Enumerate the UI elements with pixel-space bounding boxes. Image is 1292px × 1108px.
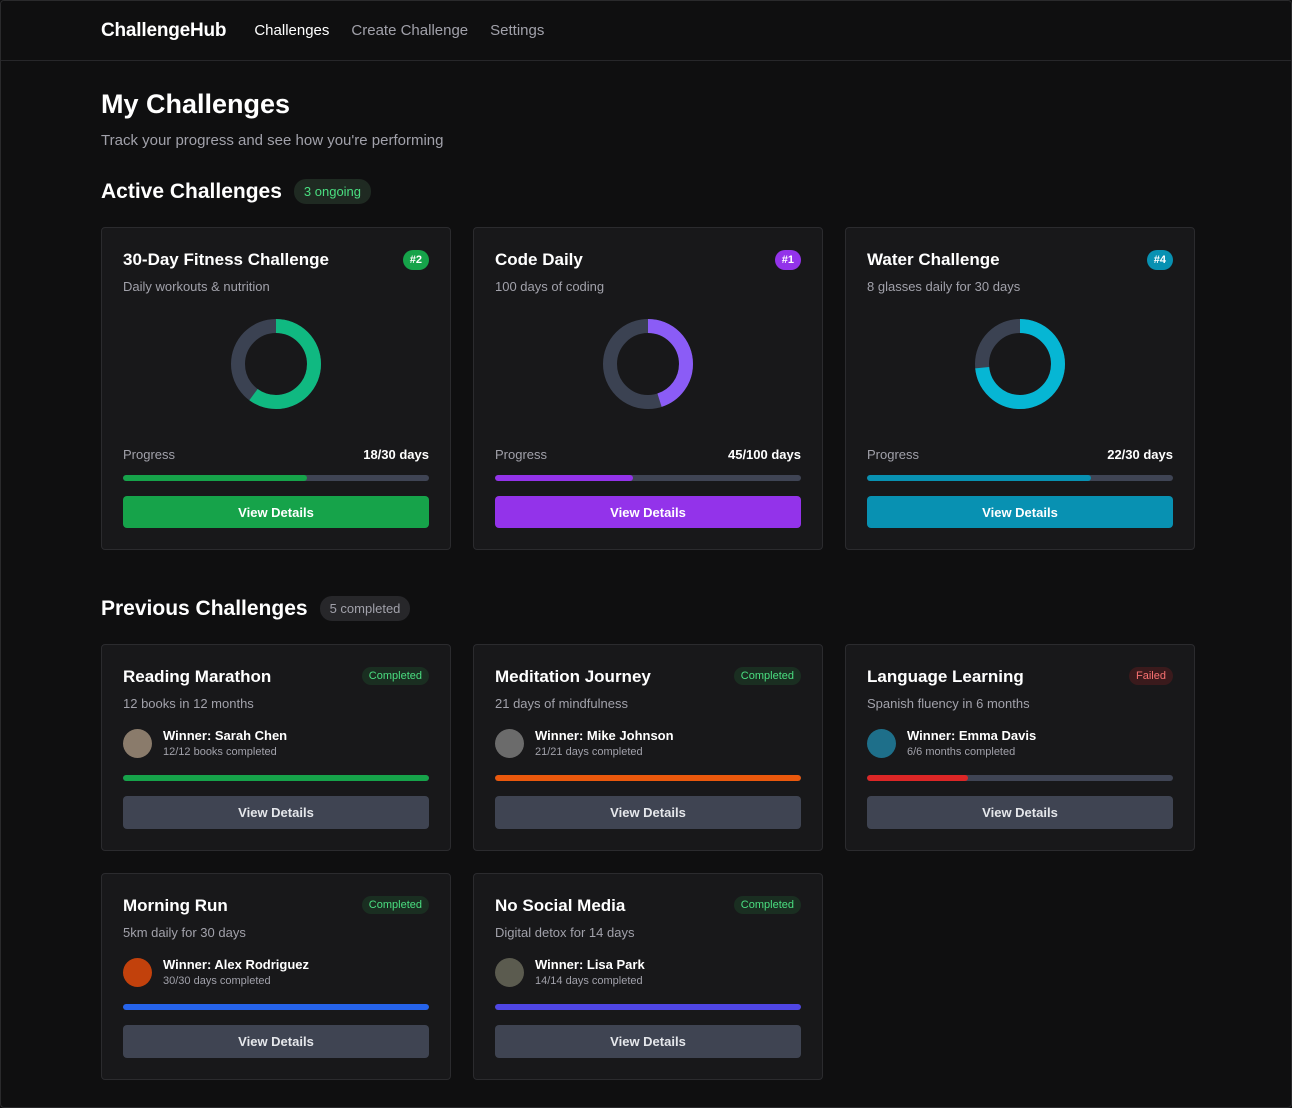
- rank-badge: #2: [402, 250, 429, 270]
- challenge-description: 8 glasses daily for 30 days: [867, 279, 1021, 294]
- challenge-title: Code Daily: [495, 250, 583, 269]
- page-subtitle: Track your progress and see how you're p…: [101, 132, 444, 149]
- view-details-button[interactable]: View Details: [123, 1025, 429, 1058]
- winner-info: Winner: Sarah Chen 12/12 books completed: [123, 728, 429, 758]
- active-section-title: Active Challenges: [101, 179, 282, 203]
- view-details-button[interactable]: View Details: [495, 1025, 801, 1058]
- previous-challenge-card: Meditation Journey 21 days of mindfulnes…: [473, 644, 823, 851]
- winner-name: Winner: Sarah Chen: [163, 728, 288, 743]
- progress-bar-fill: [123, 775, 429, 781]
- progress-value: 18/30 days: [363, 447, 429, 462]
- progress-label: Progress: [867, 447, 920, 462]
- ongoing-count-badge: 3 ongoing: [293, 179, 372, 204]
- winner-detail: 30/30 days completed: [163, 975, 271, 987]
- progress-label: Progress: [123, 447, 176, 462]
- previous-section-header: Previous Challenges 5 completed: [101, 596, 1291, 621]
- avatar: [123, 957, 152, 987]
- progress-ring: [867, 318, 1173, 410]
- page-title: My Challenges: [101, 89, 291, 119]
- challenge-title: 30-Day Fitness Challenge: [123, 250, 329, 269]
- winner-name: Winner: Lisa Park: [535, 957, 645, 972]
- main-content: My Challenges Track your progress and se…: [1, 61, 1291, 1080]
- completed-count-badge: 5 completed: [319, 596, 411, 621]
- progress-bar-fill: [495, 1004, 801, 1010]
- progress-bar: [123, 775, 429, 781]
- top-nav: ChallengeHub Challenges Create Challenge…: [1, 1, 1291, 61]
- challenge-title: Language Learning: [867, 667, 1024, 686]
- challenge-description: 100 days of coding: [495, 279, 605, 294]
- rank-badge: #1: [774, 250, 801, 270]
- active-section-header: Active Challenges 3 ongoing: [101, 179, 1291, 204]
- progress-bar: [123, 475, 429, 481]
- nav-link-challenges[interactable]: Challenges: [254, 22, 329, 39]
- avatar: [495, 728, 524, 758]
- challenge-description: Digital detox for 14 days: [495, 925, 635, 940]
- view-details-button[interactable]: View Details: [123, 796, 429, 829]
- nav-link-settings[interactable]: Settings: [490, 22, 544, 39]
- status-badge: Failed: [1129, 667, 1173, 685]
- progress-value: 45/100 days: [727, 447, 801, 462]
- winner-detail: 12/12 books completed: [163, 746, 277, 758]
- winner-info: Winner: Emma Davis 6/6 months completed: [867, 728, 1173, 758]
- previous-challenge-card: Morning Run 5km daily for 30 days Comple…: [101, 873, 451, 1080]
- progress-bar: [867, 775, 1173, 781]
- view-details-button[interactable]: View Details: [867, 496, 1173, 528]
- previous-challenge-card: Reading Marathon 12 books in 12 months C…: [101, 644, 451, 851]
- winner-info: Winner: Mike Johnson 21/21 days complete…: [495, 728, 801, 758]
- progress-bar-fill: [867, 475, 1092, 481]
- view-details-button[interactable]: View Details: [123, 496, 429, 528]
- winner-detail: 21/21 days completed: [535, 746, 643, 758]
- winner-name: Winner: Alex Rodriguez: [163, 957, 310, 972]
- previous-challenge-card: Language Learning Spanish fluency in 6 m…: [845, 644, 1195, 851]
- avatar: [867, 728, 896, 758]
- status-badge: Completed: [733, 896, 801, 914]
- winner-name: Winner: Mike Johnson: [535, 728, 674, 743]
- progress-ring: [495, 318, 801, 410]
- challenge-description: 5km daily for 30 days: [123, 925, 246, 940]
- challenge-description: Spanish fluency in 6 months: [867, 696, 1030, 711]
- active-challenge-card: 30-Day Fitness Challenge Daily workouts …: [101, 227, 451, 550]
- winner-detail: 14/14 days completed: [535, 975, 643, 987]
- view-details-button[interactable]: View Details: [867, 796, 1173, 829]
- winner-info: Winner: Alex Rodriguez 30/30 days comple…: [123, 957, 429, 987]
- previous-section-title: Previous Challenges: [101, 596, 308, 620]
- previous-challenge-card: No Social Media Digital detox for 14 day…: [473, 873, 823, 1080]
- status-badge: Completed: [733, 667, 801, 685]
- progress-bar-fill: [867, 775, 968, 781]
- progress-bar: [495, 1004, 801, 1010]
- progress-bar-fill: [123, 1004, 429, 1010]
- status-badge: Completed: [361, 667, 429, 685]
- previous-challenges-grid: Reading Marathon 12 books in 12 months C…: [101, 644, 1291, 1080]
- winner-info: Winner: Lisa Park 14/14 days completed: [495, 957, 801, 987]
- winner-detail: 6/6 months completed: [907, 746, 1016, 758]
- view-details-button[interactable]: View Details: [495, 796, 801, 829]
- status-badge: Completed: [361, 896, 429, 914]
- progress-bar: [495, 475, 801, 481]
- app-window: ChallengeHub Challenges Create Challenge…: [0, 0, 1292, 1108]
- active-challenge-card: Water Challenge 8 glasses daily for 30 d…: [845, 227, 1195, 550]
- progress-bar-fill: [495, 475, 633, 481]
- progress-value: 22/30 days: [1107, 447, 1173, 462]
- challenge-title: Water Challenge: [867, 250, 1000, 269]
- view-details-button[interactable]: View Details: [495, 496, 801, 528]
- avatar: [495, 957, 524, 987]
- challenge-description: 12 books in 12 months: [123, 696, 254, 711]
- progress-bar-fill: [495, 775, 801, 781]
- active-challenge-card: Code Daily 100 days of coding #1 Progres…: [473, 227, 823, 550]
- progress-bar: [867, 475, 1173, 481]
- challenge-description: Daily workouts & nutrition: [123, 279, 270, 294]
- progress-label: Progress: [495, 447, 548, 462]
- active-challenges-grid: 30-Day Fitness Challenge Daily workouts …: [101, 227, 1291, 550]
- winner-name: Winner: Emma Davis: [907, 728, 1037, 743]
- avatar: [123, 728, 152, 758]
- progress-ring: [123, 318, 429, 410]
- progress-bar-fill: [123, 475, 307, 481]
- challenge-description: 21 days of mindfulness: [495, 696, 628, 711]
- brand-logo[interactable]: ChallengeHub: [101, 20, 227, 42]
- progress-bar: [495, 775, 801, 781]
- rank-badge: #4: [1146, 250, 1173, 270]
- nav-link-create-challenge[interactable]: Create Challenge: [351, 22, 468, 39]
- progress-bar: [123, 1004, 429, 1010]
